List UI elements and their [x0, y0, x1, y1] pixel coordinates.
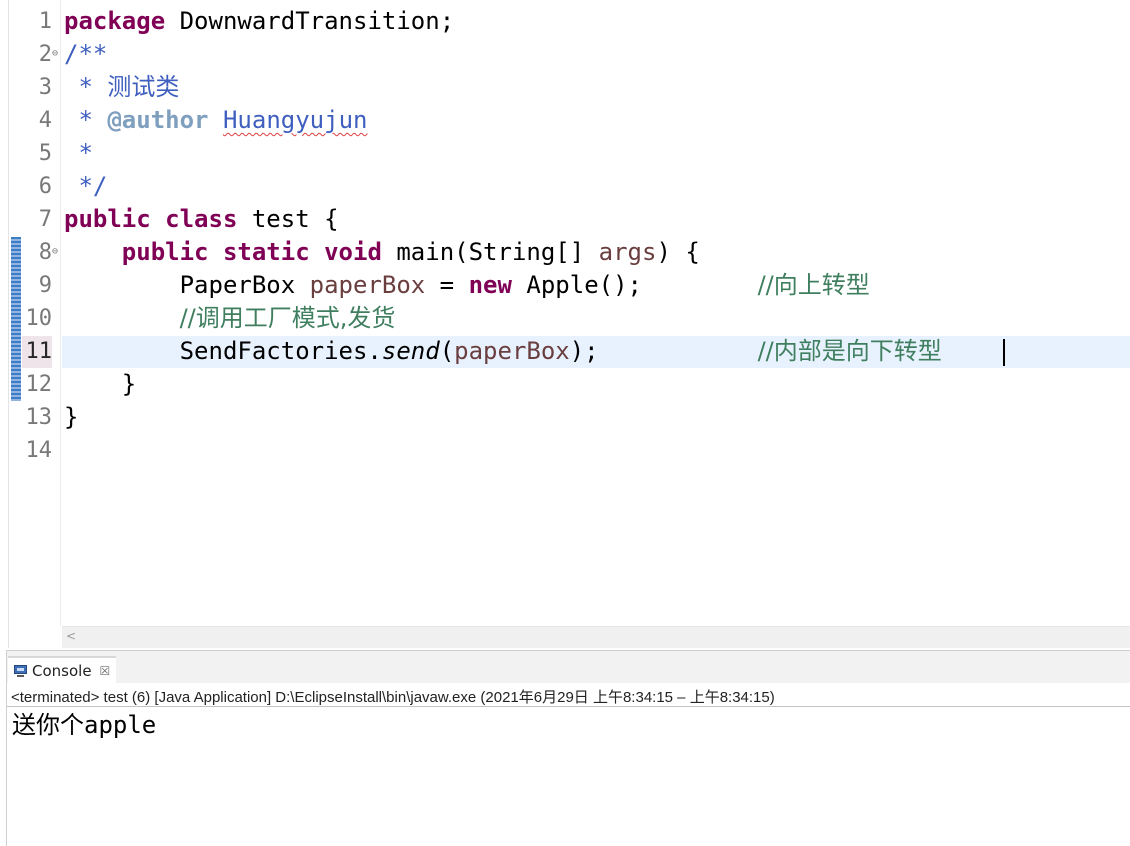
line-number: 5: [38, 141, 52, 166]
code-text: ) {: [656, 238, 700, 266]
text-caret: [1003, 339, 1005, 366]
line-number: 14: [25, 438, 53, 463]
fold-collapse-icon[interactable]: ⊖: [52, 48, 58, 60]
code-line-3: * 测试类: [64, 71, 179, 104]
keyword: new: [468, 271, 512, 299]
class-name: SendFactories.: [179, 337, 382, 365]
parameter: args: [598, 238, 657, 266]
line-comment: //向上转型: [757, 271, 870, 299]
line-number: 1: [38, 9, 52, 34]
code-line-8: public static void main(String[] args) {: [64, 236, 700, 269]
line-number-current: 11: [25, 339, 53, 364]
code-line-11: SendFactories.send(paperBox); //内部是向下转型: [64, 335, 942, 368]
line-number: 7: [38, 207, 52, 232]
keyword: package: [64, 7, 166, 35]
console-tab-bar: [7, 651, 1130, 683]
code-text: }: [64, 403, 79, 431]
close-icon[interactable]: ☒: [100, 664, 111, 678]
code-line-9: PaperBox paperBox = new Apple(); //向上转型: [64, 269, 870, 302]
local-variable: paperBox: [454, 337, 570, 365]
line-number: 3: [38, 75, 52, 100]
console-icon: [14, 665, 28, 677]
code-line-1: package DownwardTransition;: [64, 5, 454, 38]
javadoc-text: 测试类: [107, 73, 180, 101]
javadoc-star: *: [64, 73, 108, 101]
code-line-10: //调用工厂模式,发货: [64, 302, 396, 335]
code-line-7: public class test {: [64, 203, 339, 236]
horizontal-scrollbar[interactable]: <: [62, 626, 1130, 648]
javadoc-tag: @author: [107, 106, 209, 134]
keyword: void: [324, 238, 382, 266]
code-line-4: * @author Huangyujun: [64, 104, 367, 137]
keyword: static: [222, 238, 310, 266]
line-number: 6: [38, 174, 52, 199]
operator: =: [425, 271, 469, 299]
javadoc-star: *: [64, 106, 108, 134]
keyword: class: [165, 205, 238, 233]
console-tab-label: Console: [32, 662, 92, 680]
code-line-13: }: [64, 401, 78, 434]
line-number: 8: [38, 240, 52, 265]
javadoc-author-name: Huangyujun: [222, 106, 368, 134]
line-comment: //调用工厂模式,发货: [179, 304, 396, 332]
console-divider: [7, 706, 1130, 707]
code-line-6: */: [64, 170, 107, 203]
javadoc-text: *: [64, 139, 93, 167]
javadoc-text: /**: [64, 40, 108, 68]
code-text: );: [569, 337, 599, 365]
static-method: send: [381, 337, 440, 365]
line-number: 13: [25, 405, 53, 430]
tab-console[interactable]: Console ☒: [8, 656, 117, 684]
fold-collapse-icon[interactable]: ⊖: [52, 246, 58, 258]
keyword: public: [121, 238, 209, 266]
keyword: public: [64, 205, 151, 233]
code-editor[interactable]: 1 2 3 4 5 6 7 8 9 10 11 12 13 14 ⊖ ⊖ pac…: [0, 0, 1130, 648]
code-text: }: [64, 370, 137, 398]
code-text: test {: [237, 205, 339, 233]
line-number: 4: [38, 108, 52, 133]
line-number: 2: [38, 42, 52, 67]
line-number: 9: [38, 273, 52, 298]
code-text: main(String[]: [381, 238, 599, 266]
scroll-left-arrow-icon[interactable]: <: [66, 629, 76, 643]
code-text: Apple();: [511, 271, 642, 299]
code-line-12: }: [64, 368, 136, 401]
javadoc-text: */: [64, 172, 108, 200]
local-variable: paperBox: [309, 271, 426, 299]
code-text: DownwardTransition;: [165, 7, 455, 35]
line-number: 12: [25, 372, 53, 397]
line-number: 10: [25, 306, 53, 331]
console-status-line: <terminated> test (6) [Java Application]…: [11, 689, 775, 706]
code-line-2: /**: [64, 38, 107, 71]
code-text: (: [439, 337, 455, 365]
code-line-5: *: [64, 137, 93, 170]
type-name: PaperBox: [179, 271, 296, 299]
line-comment: //内部是向下转型: [757, 337, 942, 365]
console-output[interactable]: 送你个apple: [12, 710, 156, 740]
